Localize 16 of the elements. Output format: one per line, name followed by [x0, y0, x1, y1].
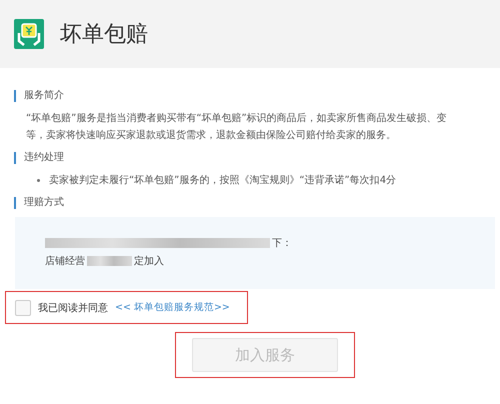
claim-text: 下：: [272, 237, 292, 250]
terms-link[interactable]: << 坏单包赔服务规范>>: [115, 301, 230, 314]
claim-text: 店铺经营: [45, 254, 85, 268]
agree-label: 我已阅读并同意: [38, 302, 108, 314]
claim-text: 定加入: [134, 254, 164, 268]
description-text: 等，卖家将快速响应买家退款或退货需求，退款金额由保险公司赔付给卖家的服务。: [26, 128, 397, 143]
section-heading: 理赔方式: [14, 197, 500, 209]
section-heading: 违约处理: [14, 152, 500, 164]
page-title: 坏单包赔: [60, 21, 148, 49]
description-text: “坏单包赔”服务是指当消费者购买带有“坏单包赔”标识的商品后，如卖家所售商品发生破损、变: [26, 112, 448, 126]
bullet-icon: [37, 179, 40, 182]
rule-text: 卖家被判定未履行“坏单包赔”服务的，按照《淘宝规则》“违背承诺”每次扣4分: [49, 174, 396, 188]
section-heading: 服务简介: [14, 90, 500, 102]
redaction-block: [87, 256, 132, 266]
agree-checkbox[interactable]: [15, 300, 31, 316]
shield-yen-icon: [14, 19, 44, 49]
